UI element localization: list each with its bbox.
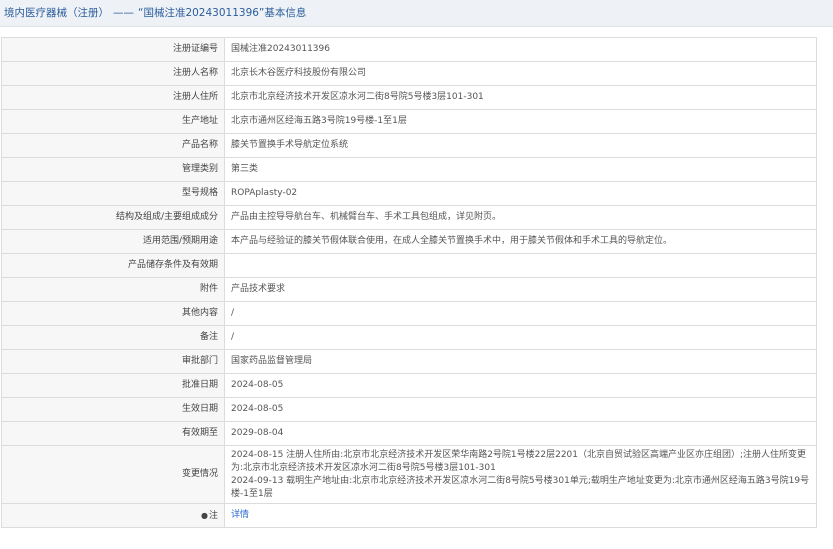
note-value: 详情: [224, 503, 817, 528]
row-label: 有效期至: [1, 421, 225, 446]
row-label: 产品名称: [1, 133, 225, 158]
header-category: 境内医疗器械（注册）: [4, 7, 109, 19]
table-row: 管理类别 第三类: [1, 157, 817, 182]
row-value: 北京市北京经济技术开发区凉水河二街8号院5号楼3层101-301: [224, 85, 817, 110]
row-value: 国家药品监督管理局: [224, 349, 817, 374]
row-label: 注册人住所: [1, 85, 225, 110]
row-label: 产品储存条件及有效期: [1, 253, 225, 278]
details-link[interactable]: 详情: [231, 510, 249, 520]
row-label: 结构及组成/主要组成成分: [1, 205, 225, 230]
table-row: 适用范围/预期用途 本产品与经验证的膝关节假体联合使用，在成人全膝关节置换手术中，…: [1, 229, 817, 254]
row-value: 产品技术要求: [224, 277, 817, 302]
bullet-icon: ●: [201, 510, 208, 520]
table-row: 注册人住所 北京市北京经济技术开发区凉水河二街8号院5号楼3层101-301: [1, 85, 817, 110]
table-row: 型号规格 ROPAplasty-02: [1, 181, 817, 206]
changes-label: 变更情况: [1, 445, 225, 504]
table-row: 生效日期 2024-08-05: [1, 397, 817, 422]
row-label: 生效日期: [1, 397, 225, 422]
table-row: 注册人名称 北京长木谷医疗科技股份有限公司: [1, 61, 817, 86]
row-label: 管理类别: [1, 157, 225, 182]
change-entry-2: 2024-09-13 载明生产地址由:北京市北京经济技术开发区凉水河二街8号院5…: [231, 475, 810, 499]
row-label: 备注: [1, 325, 225, 350]
change-entry-1: 2024-08-15 注册人住所由:北京市北京经济技术开发区荣华南路2号院1号楼…: [231, 449, 807, 473]
table-row-changes: 变更情况 2024-08-15 注册人住所由:北京市北京经济技术开发区荣华南路2…: [1, 445, 817, 504]
row-value: 本产品与经验证的膝关节假体联合使用，在成人全膝关节置换手术中，用于膝关节假体和手…: [224, 229, 817, 254]
row-label: 生产地址: [1, 109, 225, 134]
table-row: 产品储存条件及有效期: [1, 253, 817, 278]
row-label: 审批部门: [1, 349, 225, 374]
note-label: 注: [208, 510, 218, 521]
table-row: 审批部门 国家药品监督管理局: [1, 349, 817, 374]
table-row: 附件 产品技术要求: [1, 277, 817, 302]
table-row-note: ●注 详情: [1, 503, 817, 528]
row-value: ROPAplasty-02: [224, 181, 817, 206]
row-label: 型号规格: [1, 181, 225, 206]
row-label: 附件: [1, 277, 225, 302]
table-row: 备注 /: [1, 325, 817, 350]
row-value: /: [224, 325, 817, 350]
page-header: 境内医疗器械（注册） —— “国械注准20243011396”基本信息: [0, 0, 833, 27]
row-value: /: [224, 301, 817, 326]
row-value: 膝关节置换手术导航定位系统: [224, 133, 817, 158]
note-label-cell: ●注: [1, 503, 225, 528]
row-label: 其他内容: [1, 301, 225, 326]
header-dash: ——: [113, 7, 134, 19]
detail-container: 注册证编号 国械注准20243011396 注册人名称 北京长木谷医疗科技股份有限公…: [0, 27, 833, 528]
row-value: 产品由主控导导航台车、机械臂台车、手术工具包组成，详见附页。: [224, 205, 817, 230]
row-value: [224, 253, 817, 278]
table-row: 注册证编号 国械注准20243011396: [1, 37, 817, 62]
table-row: 产品名称 膝关节置换手术导航定位系统: [1, 133, 817, 158]
row-label: 适用范围/预期用途: [1, 229, 225, 254]
row-label: 批准日期: [1, 373, 225, 398]
row-value: 2024-08-05: [224, 397, 817, 422]
table-row: 批准日期 2024-08-05: [1, 373, 817, 398]
table-row: 有效期至 2029-08-04: [1, 421, 817, 446]
row-value: 国械注准20243011396: [224, 37, 817, 62]
row-value: 2024-08-05: [224, 373, 817, 398]
detail-table: 注册证编号 国械注准20243011396 注册人名称 北京长木谷医疗科技股份有限公…: [1, 37, 817, 528]
row-value: 北京市通州区经海五路3号院19号楼-1至1层: [224, 109, 817, 134]
row-label: 注册证编号: [1, 37, 225, 62]
table-row: 结构及组成/主要组成成分 产品由主控导导航台车、机械臂台车、手术工具包组成，详见附…: [1, 205, 817, 230]
header-title: “国械注准20243011396”基本信息: [138, 7, 307, 19]
table-row: 生产地址 北京市通州区经海五路3号院19号楼-1至1层: [1, 109, 817, 134]
table-row: 其他内容 /: [1, 301, 817, 326]
row-value: 第三类: [224, 157, 817, 182]
row-value: 北京长木谷医疗科技股份有限公司: [224, 61, 817, 86]
row-value: 2029-08-04: [224, 421, 817, 446]
row-label: 注册人名称: [1, 61, 225, 86]
changes-value: 2024-08-15 注册人住所由:北京市北京经济技术开发区荣华南路2号院1号楼…: [224, 445, 817, 504]
